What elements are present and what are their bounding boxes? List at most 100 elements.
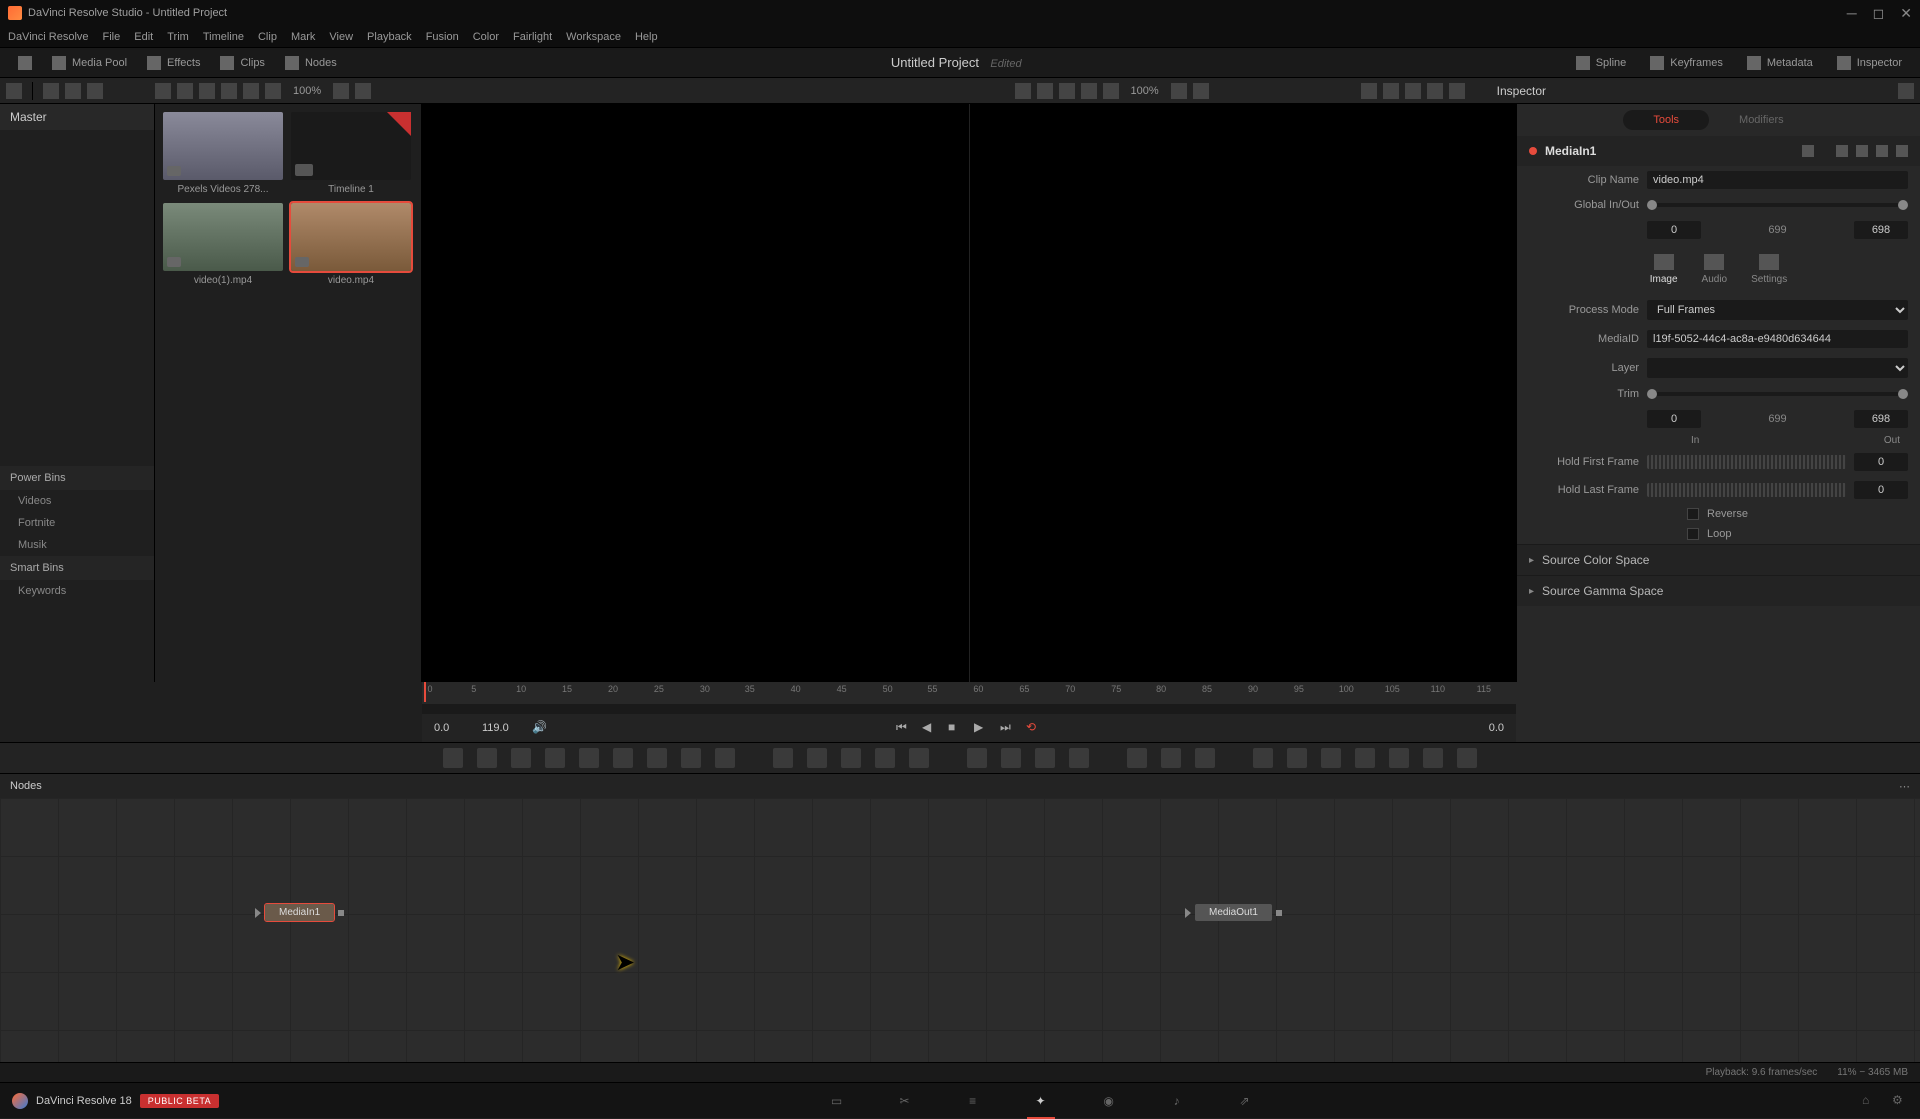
home-icon[interactable]: ⌂ [1862,1093,1878,1109]
tool-3d-light[interactable] [1389,748,1409,768]
page-fairlight[interactable]: ♪ [1163,1089,1191,1113]
list-view-icon[interactable] [199,83,215,99]
options-icon[interactable] [265,83,281,99]
trim-in[interactable]: 0 [1647,410,1701,428]
tool-bspline[interactable] [1069,748,1089,768]
tool-ellipse[interactable] [1001,748,1021,768]
node-edit-icon[interactable] [1856,145,1868,157]
viewer2-more-icon[interactable] [1449,83,1465,99]
media-id-input[interactable] [1647,330,1908,348]
maximize-button[interactable]: ◻ [1873,5,1885,22]
power-bins-header[interactable]: Power Bins [0,466,154,490]
subtab-image[interactable]: Image [1650,254,1678,285]
subtab-audio[interactable]: Audio [1702,254,1728,285]
viewer-more-icon[interactable] [1103,83,1119,99]
bin-view-icon[interactable] [6,83,22,99]
viewer2-channel-icon[interactable] [1383,83,1399,99]
tool-paint[interactable] [545,748,565,768]
search-icon[interactable] [221,83,237,99]
zoom-left[interactable]: 100% [287,85,327,97]
viewer-layout-icon[interactable] [1015,83,1031,99]
viewer-left-canvas[interactable] [422,104,969,682]
keyframes-toggle[interactable]: Keyframes [1640,52,1733,74]
tool-background[interactable] [443,748,463,768]
tool-mask[interactable] [613,748,633,768]
node-mediaout1[interactable]: MediaOut1 [1185,904,1282,921]
more-icon[interactable] [87,83,103,99]
menu-fairlight[interactable]: Fairlight [513,31,552,43]
menu-help[interactable]: Help [635,31,658,43]
stop-button[interactable]: ■ [948,720,964,736]
viewer2-layout-icon[interactable] [1361,83,1377,99]
tool-polygon[interactable] [1035,748,1055,768]
source-gamma-space[interactable]: ▸Source Gamma Space [1517,575,1920,606]
viewer-grid-icon[interactable] [1059,83,1075,99]
nav-fwd-icon[interactable] [65,83,81,99]
viewer2-grid-icon[interactable] [1405,83,1421,99]
spline-toggle[interactable]: Spline [1566,52,1637,74]
page-cut[interactable]: ✂ [891,1089,919,1113]
process-mode-select[interactable]: Full Frames [1647,300,1908,320]
audio-icon[interactable]: 🔊 [532,720,548,736]
menu-file[interactable]: File [103,31,121,43]
viewer-opt2-icon[interactable] [355,83,371,99]
node-mediain1[interactable]: MediaIn1 [255,904,344,921]
tool-merge[interactable] [773,748,793,768]
media-pool-toggle[interactable]: Media Pool [42,52,137,74]
tool-3d-camera[interactable] [1355,748,1375,768]
clip-video-mp4[interactable]: video.mp4 [291,203,411,286]
menu-color[interactable]: Color [473,31,499,43]
menu-timeline[interactable]: Timeline [203,31,244,43]
first-frame-button[interactable]: ⏮ [896,720,912,736]
tool-3d-render[interactable] [1457,748,1477,768]
inspector-toggle[interactable]: Inspector [1827,52,1912,74]
timeline-ruler[interactable]: 0 5 10 15 20 25 30 35 40 45 50 55 60 65 … [422,682,1516,704]
tool-3d-shape[interactable] [1287,748,1307,768]
viewer-right-canvas[interactable] [970,104,1517,682]
menu-fusion[interactable]: Fusion [426,31,459,43]
menu-davinci[interactable]: DaVinci Resolve [8,31,89,43]
playhead[interactable] [424,682,426,702]
page-media[interactable]: ▭ [823,1089,851,1113]
loop-button[interactable]: ⟲ [1026,720,1042,736]
nodes-toggle[interactable]: Nodes [275,52,347,74]
menu-trim[interactable]: Trim [167,31,189,43]
viewer-channel-icon[interactable] [1037,83,1053,99]
tool-crop[interactable] [875,748,895,768]
bin-videos[interactable]: Videos [0,490,154,512]
page-deliver[interactable]: ⇗ [1231,1089,1259,1113]
tool-tracker[interactable] [579,748,599,768]
tool-transform[interactable] [807,748,827,768]
page-color[interactable]: ◉ [1095,1089,1123,1113]
page-edit[interactable]: ≡ [959,1089,987,1113]
clip-pexels[interactable]: Pexels Videos 278... [163,112,283,195]
effects-toggle[interactable]: Effects [137,52,210,74]
thumb-view-icon[interactable] [155,83,171,99]
tool-brightness[interactable] [681,748,701,768]
inspector-tab-modifiers[interactable]: Modifiers [1709,110,1814,130]
viewer2-opt2-icon[interactable] [1193,83,1209,99]
node-lock-icon[interactable] [1876,145,1888,157]
menu-mark[interactable]: Mark [291,31,315,43]
tool-blur[interactable] [715,748,735,768]
close-button[interactable]: ✕ [1900,5,1912,22]
loop-checkbox[interactable] [1687,528,1699,540]
hold-last-wheel[interactable] [1647,483,1846,497]
inspector-expand-icon[interactable] [1898,83,1914,99]
hold-first-wheel[interactable] [1647,455,1846,469]
global-in[interactable]: 0 [1647,221,1701,239]
global-out[interactable]: 698 [1854,221,1908,239]
nodes-options-icon[interactable]: ⋯ [1899,780,1910,793]
tool-3d-merge[interactable] [1423,748,1443,768]
viewer2-safe-icon[interactable] [1427,83,1443,99]
global-slider[interactable] [1647,203,1908,207]
metadata-toggle[interactable]: Metadata [1737,52,1823,74]
page-fusion[interactable]: ✦ [1027,1089,1055,1113]
clips-toggle[interactable]: Clips [210,52,274,74]
viewer2-opt1-icon[interactable] [1171,83,1187,99]
viewer-scrubber[interactable] [422,704,1516,714]
clip-name-input[interactable] [1647,171,1908,189]
tool-3d-text[interactable] [1321,748,1341,768]
trim-slider[interactable] [1647,392,1908,396]
settings-icon[interactable]: ⚙ [1892,1093,1908,1109]
